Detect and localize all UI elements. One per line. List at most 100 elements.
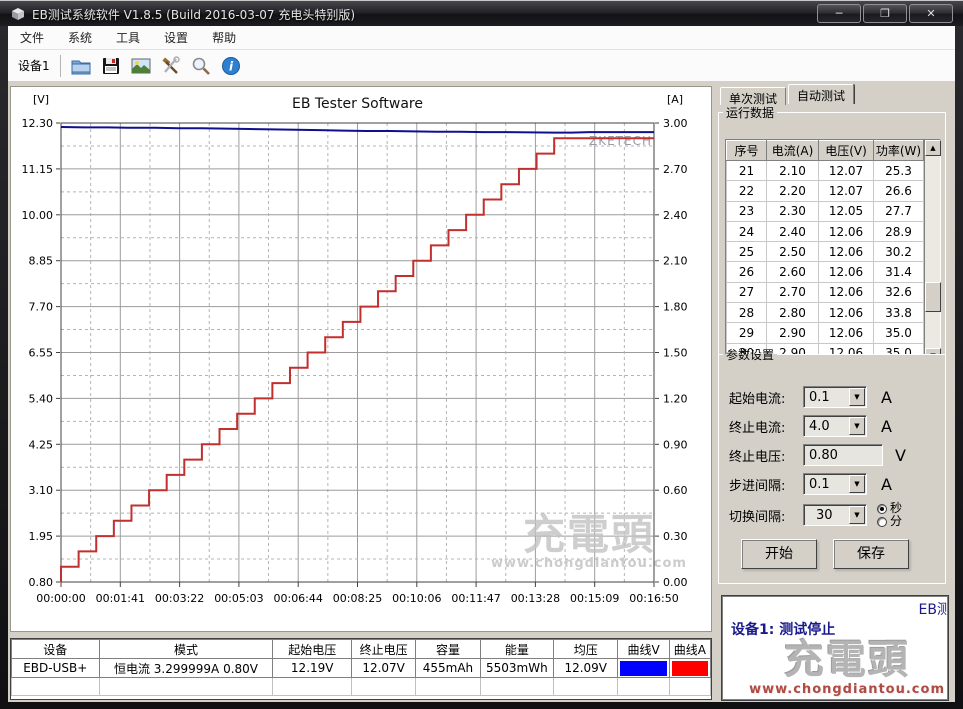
radio-minutes[interactable]: 分 [877, 515, 902, 528]
curve-v-swatch[interactable] [620, 661, 666, 676]
svg-text:00:10:06: 00:10:06 [392, 592, 441, 605]
run-cell: 28 [727, 303, 767, 323]
avg-voltage: 12.09V [554, 659, 618, 678]
run-cell: 2.40 [767, 221, 819, 241]
menu-file[interactable]: 文件 [8, 26, 56, 50]
table-row[interactable]: 222.2012.0726.6 [727, 181, 924, 201]
run-cell: 2.20 [767, 181, 819, 201]
maximize-button[interactable]: ❐ [863, 4, 907, 23]
run-table-scrollbar[interactable]: ▲ ▼ [924, 140, 940, 364]
start-button[interactable]: 开始 [741, 539, 817, 569]
svg-text:00:03:22: 00:03:22 [155, 592, 204, 605]
switch-interval-value: 30 [804, 508, 833, 523]
run-cell: 2.80 [767, 303, 819, 323]
start-current-unit: A [881, 388, 892, 407]
switch-interval-combo[interactable]: 30 ▼ [803, 504, 867, 526]
table-row[interactable]: 232.3012.0527.7 [727, 201, 924, 221]
run-cell: 12.06 [819, 242, 874, 262]
summary-empty-row [12, 678, 711, 696]
end-voltage-value: 0.80 [804, 448, 838, 463]
svg-text:0.00: 0.00 [663, 576, 688, 589]
watermark-url: www.chongdiantou.com [749, 682, 945, 697]
end-current-unit: A [881, 417, 892, 436]
run-cell: 12.05 [819, 201, 874, 221]
summary-col-device: 设备 [12, 640, 100, 659]
title-bar[interactable]: EB测试系统软件 V1.8.5 (Build 2016-03-07 充电头特别版… [0, 0, 963, 26]
close-button[interactable]: ✕ [909, 4, 953, 23]
summary-col-mode: 模式 [99, 640, 273, 659]
scroll-up-icon[interactable]: ▲ [925, 140, 941, 156]
end-current-value: 4.0 [804, 419, 830, 434]
start-current-combo[interactable]: 0.1 ▼ [803, 386, 867, 408]
run-cell: 12.06 [819, 303, 874, 323]
run-cell: 33.8 [874, 303, 924, 323]
chevron-down-icon[interactable]: ▼ [849, 506, 865, 524]
minimize-button[interactable]: ─ [817, 4, 861, 23]
zoom-icon[interactable] [188, 53, 214, 79]
save-icon[interactable] [98, 53, 124, 79]
open-folder-icon[interactable] [68, 53, 94, 79]
run-data-group: 运行数据 序号电流(A)电压(V)功率(W) 212.1012.0725.322… [718, 104, 946, 358]
run-cell: 2.70 [767, 282, 819, 302]
tab-auto-test[interactable]: 自动测试 [788, 84, 854, 104]
chevron-down-icon[interactable]: ▼ [849, 388, 865, 406]
svg-text:2.10: 2.10 [663, 255, 688, 268]
menu-system[interactable]: 系统 [56, 26, 104, 50]
svg-text:EB Tester Software: EB Tester Software [292, 96, 423, 112]
summary-col-start-v: 起始电压 [273, 640, 351, 659]
run-data-header: 序号电流(A)电压(V)功率(W) [727, 141, 924, 161]
run-cell: 28.9 [874, 221, 924, 241]
table-row[interactable]: 262.6012.0631.4 [727, 262, 924, 282]
svg-text:00:06:44: 00:06:44 [273, 592, 322, 605]
run-col-header: 功率(W) [874, 141, 924, 161]
run-cell: 23 [727, 201, 767, 221]
end-voltage-label: 终止电压: [729, 446, 803, 465]
menu-help[interactable]: 帮助 [200, 26, 248, 50]
table-row[interactable]: 212.1012.0725.3 [727, 161, 924, 181]
right-panel: 单次测试 自动测试 运行数据 序号电流(A)电压(V)功率(W) 212.101… [718, 84, 948, 702]
menu-tools[interactable]: 工具 [104, 26, 152, 50]
end-voltage-field[interactable]: 0.80 [803, 444, 883, 466]
table-row[interactable]: 252.5012.0630.2 [727, 242, 924, 262]
summary-data-row[interactable]: EBD-USB+ 恒电流 3.299999A 0.80V 12.19V 12.0… [12, 659, 711, 678]
run-cell: 32.6 [874, 282, 924, 302]
svg-text:2.40: 2.40 [663, 209, 688, 222]
status-corner-text: EB测 [919, 599, 948, 619]
start-current-value: 0.1 [804, 390, 830, 405]
svg-text:0.60: 0.60 [663, 484, 688, 497]
param-settings-group: 参数设置 起始电流: 0.1 ▼ A 终止电流: 4.0 ▼ A [718, 346, 946, 584]
run-cell: 2.60 [767, 262, 819, 282]
svg-text:1.80: 1.80 [663, 301, 688, 314]
info-icon[interactable]: i [218, 53, 244, 79]
chevron-down-icon[interactable]: ▼ [849, 475, 865, 493]
end-current-combo[interactable]: 4.0 ▼ [803, 415, 867, 437]
export-image-icon[interactable] [128, 53, 154, 79]
summary-table: 设备 模式 起始电压 终止电压 容量 能量 均压 曲线V 曲线A EBD-USB… [10, 638, 712, 700]
svg-text:5.40: 5.40 [29, 392, 54, 405]
run-data-table[interactable]: 序号电流(A)电压(V)功率(W) 212.1012.0725.3222.201… [726, 140, 924, 364]
chevron-down-icon[interactable]: ▼ [849, 417, 865, 435]
app-window: EB测试系统软件 V1.8.5 (Build 2016-03-07 充电头特别版… [0, 0, 963, 709]
run-cell: 31.4 [874, 262, 924, 282]
switch-interval-label: 切换间隔: [729, 506, 803, 525]
menu-bar: 文件 系统 工具 设置 帮助 [8, 26, 955, 50]
save-button[interactable]: 保存 [833, 539, 909, 569]
tools-icon[interactable] [158, 53, 184, 79]
scroll-thumb[interactable] [925, 282, 941, 312]
table-row[interactable]: 292.9012.0635.0 [727, 323, 924, 343]
run-cell: 2.30 [767, 201, 819, 221]
svg-text:00:11:47: 00:11:47 [451, 592, 500, 605]
curve-a-swatch[interactable] [672, 661, 708, 676]
svg-text:00:16:50: 00:16:50 [629, 592, 678, 605]
table-row[interactable]: 272.7012.0632.6 [727, 282, 924, 302]
menu-settings[interactable]: 设置 [152, 26, 200, 50]
step-interval-combo[interactable]: 0.1 ▼ [803, 473, 867, 495]
start-voltage: 12.19V [273, 659, 351, 678]
run-col-header: 电压(V) [819, 141, 874, 161]
app-icon [10, 6, 26, 22]
step-interval-unit: A [881, 475, 892, 494]
device-tab[interactable]: 设备1 [8, 57, 58, 74]
table-row[interactable]: 282.8012.0633.8 [727, 303, 924, 323]
tab-single-test[interactable]: 单次测试 [720, 87, 786, 105]
table-row[interactable]: 242.4012.0628.9 [727, 221, 924, 241]
